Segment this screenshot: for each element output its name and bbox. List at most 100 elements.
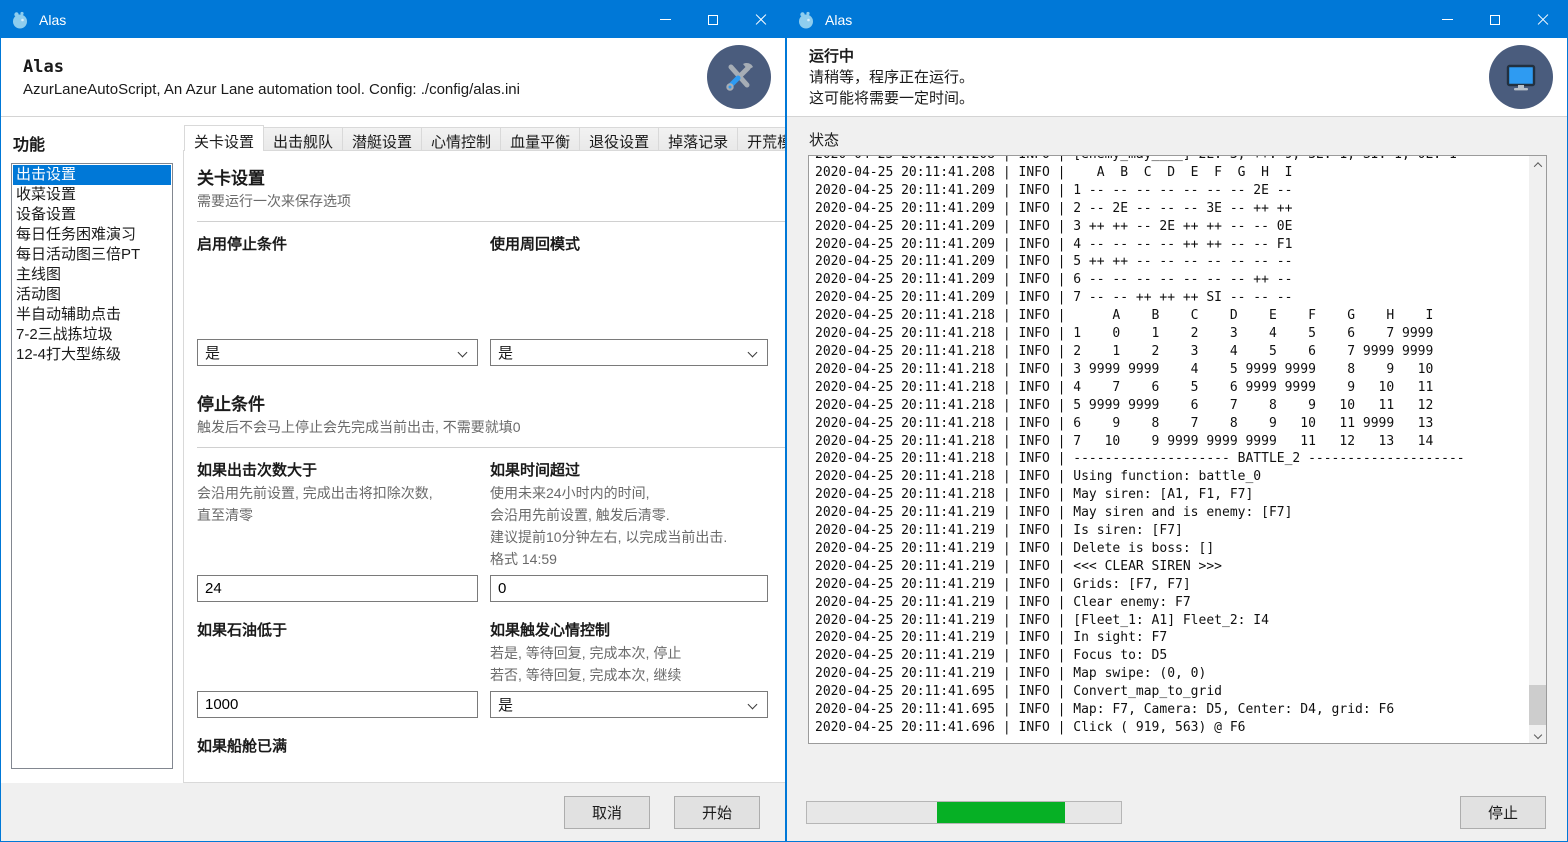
settings-window: Alas Alas AzurLaneAutoScript, An Azur La… (0, 0, 786, 842)
settings-titlebar[interactable]: Alas (1, 1, 785, 38)
runner-footer: 停止 (787, 783, 1567, 841)
runner-titlebar[interactable]: Alas (787, 1, 1567, 38)
progress-bar-fill (937, 802, 1065, 823)
log-line: 2020-04-25 20:11:41.209 | INFO | 3 ++ ++… (815, 218, 1546, 236)
scroll-up-button[interactable] (1529, 156, 1546, 173)
settings-tab[interactable]: 血量平衡 (500, 127, 580, 150)
cancel-button[interactable]: 取消 (564, 796, 650, 829)
log-line: 2020-04-25 20:11:41.218 | INFO | A B C D… (815, 307, 1546, 325)
form-row-toggles: 启用停止条件 是 使用周回模式 是 (197, 234, 785, 366)
settings-tabbar: 关卡设置出击舰队潜艇设置心情控制血量平衡退役设置掉落记录开荒模式 (183, 125, 785, 150)
enable-stop-select[interactable]: 是 (197, 339, 478, 366)
start-button[interactable]: 开始 (674, 796, 760, 829)
log-line: 2020-04-25 20:11:41.209 | INFO | 4 -- --… (815, 236, 1546, 254)
settings-tab[interactable]: 退役设置 (579, 127, 659, 150)
field-if-emotion: 如果触发心情控制 若是, 等待回复, 完成本次, 停止若否, 等待回复, 完成本… (490, 620, 768, 718)
stop-button[interactable]: 停止 (1460, 796, 1546, 829)
log-line: 2020-04-25 20:11:41.218 | INFO | May sir… (815, 486, 1546, 504)
if-time-input[interactable] (490, 575, 768, 602)
function-list-item[interactable]: 设备设置 (13, 205, 171, 225)
log-line: 2020-04-25 20:11:41.208 | INFO | [enemy_… (815, 155, 1546, 164)
section-title-stop-conditions: 停止条件 (197, 394, 785, 416)
scroll-down-button[interactable] (1529, 726, 1546, 743)
field-desc-line: 若否, 等待回复, 完成本次, 继续 (490, 664, 768, 686)
sidebar-heading: 功能 (13, 131, 173, 155)
field-label: 如果时间超过 (490, 460, 768, 482)
log-scrollbar[interactable] (1529, 156, 1546, 743)
section-desc: 需要运行一次来保存选项 (197, 190, 785, 212)
log-line: 2020-04-25 20:11:41.219 | INFO | May sir… (815, 504, 1546, 522)
settings-tab[interactable]: 关卡设置 (184, 125, 264, 151)
app-title: Alas (23, 57, 520, 77)
if-oil-input[interactable] (197, 691, 478, 718)
app-header: Alas AzurLaneAutoScript, An Azur Lane au… (1, 38, 785, 117)
function-list-item[interactable]: 收菜设置 (13, 185, 171, 205)
log-line: 2020-04-25 20:11:41.209 | INFO | 2 -- 2E… (815, 200, 1546, 218)
field-desc: 使用未来24小时内的时间,会沿用先前设置, 触发后清零.建议提前10分钟左右, … (490, 482, 768, 570)
field-label: 使用周回模式 (490, 234, 768, 256)
function-list-item[interactable]: 主线图 (13, 265, 171, 285)
log-line: 2020-04-25 20:11:41.209 | INFO | 7 -- --… (815, 289, 1546, 307)
select-value: 是 (498, 694, 513, 715)
field-label: 启用停止条件 (197, 234, 478, 256)
settings-tab[interactable]: 开荒模式 (737, 127, 785, 150)
section-title-stage-settings: 关卡设置 (197, 168, 785, 190)
close-icon (1537, 14, 1549, 26)
log-line: 2020-04-25 20:11:41.696 | INFO | Click (… (815, 719, 1546, 737)
running-line2: 这可能将需要一定时间。 (809, 88, 974, 109)
log-line: 2020-04-25 20:11:41.218 | INFO | 1 0 1 2… (815, 325, 1546, 343)
log-line: 2020-04-25 20:11:41.695 | INFO | Map: F7… (815, 701, 1546, 719)
function-list-item[interactable]: 出击设置 (13, 165, 171, 185)
field-desc-line: 若是, 等待回复, 完成本次, 停止 (490, 642, 768, 664)
field-label: 如果石油低于 (197, 620, 478, 642)
log-line: 2020-04-25 20:11:41.219 | INFO | Grids: … (815, 576, 1546, 594)
tools-icon (707, 45, 771, 109)
form-row-count-time: 如果出击次数大于 会沿用先前设置, 完成出击将扣除次数,直至清零 如果时间超过 (197, 460, 785, 602)
if-emotion-select[interactable]: 是 (490, 691, 768, 718)
if-time-input-wrap (490, 575, 768, 602)
field-desc-line: 使用未来24小时内的时间, (490, 482, 768, 504)
settings-body: 功能 出击设置收菜设置设备设置每日任务困难演习每日活动图三倍PT主线图活动图半自… (1, 117, 785, 783)
field-desc-line: 会沿用先前设置, 触发后清零. (490, 504, 768, 526)
function-sidebar: 功能 出击设置收菜设置设备设置每日任务困难演习每日活动图三倍PT主线图活动图半自… (11, 125, 173, 783)
log-line: 2020-04-25 20:11:41.218 | INFO | 6 9 8 7… (815, 415, 1546, 433)
close-button[interactable] (1519, 1, 1567, 38)
function-list-item[interactable]: 每日任务困难演习 (13, 225, 171, 245)
log-area: 2020-04-25 20:11:41.208 | INFO | [enemy_… (808, 155, 1547, 744)
function-list-item[interactable]: 7-2三战拣垃圾 (13, 325, 171, 345)
settings-tab[interactable]: 心情控制 (421, 127, 501, 150)
field-desc-line: 建议提前10分钟左右, 以完成当前出击. (490, 526, 768, 548)
minimize-button[interactable] (641, 1, 689, 38)
log-line: 2020-04-25 20:11:41.695 | INFO | Convert… (815, 683, 1546, 701)
minimize-button[interactable] (1423, 1, 1471, 38)
select-value: 是 (498, 342, 513, 363)
log-line: 2020-04-25 20:11:41.219 | INFO | Map swi… (815, 665, 1546, 683)
field-desc: 若是, 等待回复, 完成本次, 停止若否, 等待回复, 完成本次, 继续 (490, 642, 768, 686)
field-if-oil: 如果石油低于 (197, 620, 478, 718)
progress-bar (806, 801, 1122, 824)
log-line: 2020-04-25 20:11:41.218 | INFO | Using f… (815, 468, 1546, 486)
alas-logo-icon (796, 10, 816, 30)
use-periodic-select[interactable]: 是 (490, 339, 768, 366)
chevron-down-icon (748, 348, 758, 358)
settings-tab[interactable]: 出击舰队 (263, 127, 343, 150)
function-list[interactable]: 出击设置收菜设置设备设置每日任务困难演习每日活动图三倍PT主线图活动图半自动辅助… (11, 163, 173, 769)
scrollbar-thumb[interactable] (1529, 685, 1546, 725)
settings-tab[interactable]: 潜艇设置 (342, 127, 422, 150)
settings-tab[interactable]: 掉落记录 (658, 127, 738, 150)
maximize-button[interactable] (1471, 1, 1519, 38)
section-desc: 触发后不会马上停止会先完成当前出击, 不需要就填0 (197, 416, 785, 438)
function-list-item[interactable]: 每日活动图三倍PT (13, 245, 171, 265)
screen: Alas Alas AzurLaneAutoScript, An Azur La… (0, 0, 1568, 842)
chevron-down-icon (748, 700, 758, 710)
app-header-text: Alas AzurLaneAutoScript, An Azur Lane au… (23, 57, 520, 98)
maximize-button[interactable] (689, 1, 737, 38)
if-count-input[interactable] (197, 575, 478, 602)
field-if-count: 如果出击次数大于 会沿用先前设置, 完成出击将扣除次数,直至清零 (197, 460, 478, 602)
runner-header: 运行中 请稍等，程序正在运行。 这可能将需要一定时间。 (787, 38, 1567, 117)
function-list-item[interactable]: 活动图 (13, 285, 171, 305)
function-list-item[interactable]: 12-4打大型练级 (13, 345, 171, 365)
field-enable-stop: 启用停止条件 是 (197, 234, 478, 366)
function-list-item[interactable]: 半自动辅助点击 (13, 305, 171, 325)
close-button[interactable] (737, 1, 785, 38)
